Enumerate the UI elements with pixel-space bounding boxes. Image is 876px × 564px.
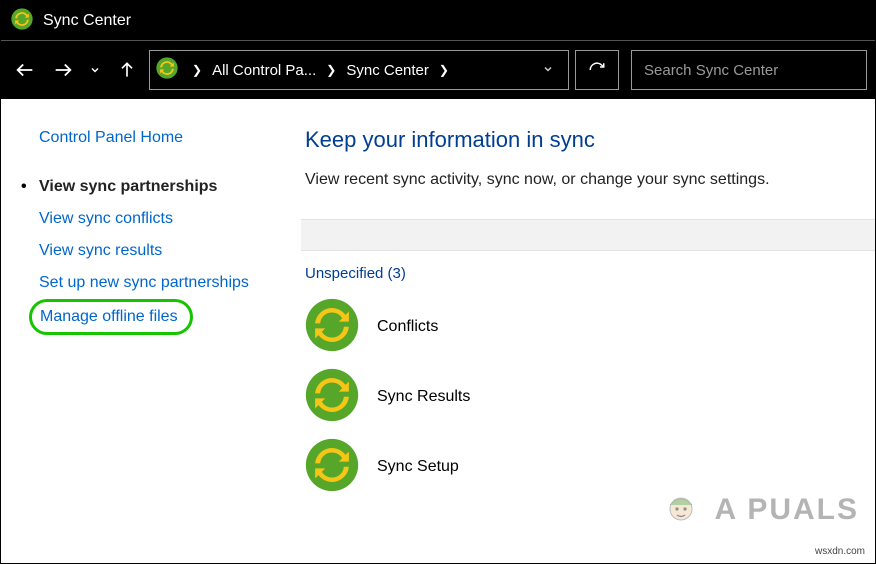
item-label: Sync Setup <box>377 458 459 476</box>
sync-center-icon <box>156 57 178 83</box>
recent-locations-dropdown[interactable] <box>85 50 105 90</box>
up-button[interactable] <box>111 50 143 90</box>
sync-icon <box>305 298 359 356</box>
sidebar-item-manage-offline-files[interactable]: Manage offline files <box>40 306 178 328</box>
highlight-annotation: Manage offline files <box>29 299 193 335</box>
address-bar[interactable]: ❯ All Control Pa... ❯ Sync Center ❯ <box>149 50 569 90</box>
search-input[interactable] <box>644 62 854 79</box>
watermark: A PUALS <box>661 491 859 531</box>
toolbar-band <box>301 219 875 251</box>
forward-button[interactable] <box>47 50 79 90</box>
sidebar-item-set-up-new-sync-partnerships[interactable]: Set up new sync partnerships <box>39 267 283 299</box>
chevron-right-icon[interactable]: ❯ <box>186 63 208 77</box>
sync-icon <box>305 438 359 496</box>
source-mark: wsxdn.com <box>815 546 865 557</box>
item-label: Sync Results <box>377 388 470 406</box>
page-heading: Keep your information in sync <box>305 127 855 153</box>
watermark-mascot-icon <box>661 491 701 531</box>
item-label: Conflicts <box>377 318 438 336</box>
titlebar: Sync Center <box>1 1 875 41</box>
sync-icon <box>305 368 359 426</box>
sidebar: Control Panel Home View sync partnership… <box>1 99 301 563</box>
toolbar: ❯ All Control Pa... ❯ Sync Center ❯ <box>1 41 875 99</box>
sync-center-icon <box>11 8 33 34</box>
search-box[interactable] <box>631 50 867 90</box>
sidebar-item-view-sync-partnerships[interactable]: View sync partnerships <box>39 171 283 203</box>
breadcrumb-all-control-panel[interactable]: All Control Pa... <box>212 62 316 79</box>
item-sync-results[interactable]: Sync Results <box>305 362 855 432</box>
main-pane: Keep your information in sync View recen… <box>301 99 875 563</box>
chevron-right-icon[interactable]: ❯ <box>320 63 342 77</box>
window-title: Sync Center <box>43 12 131 30</box>
breadcrumb-sync-center[interactable]: Sync Center <box>346 62 429 79</box>
back-button[interactable] <box>9 50 41 90</box>
chevron-right-icon[interactable]: ❯ <box>433 63 455 77</box>
address-history-dropdown[interactable] <box>534 62 562 79</box>
page-subtitle: View recent sync activity, sync now, or … <box>305 171 855 189</box>
item-conflicts[interactable]: Conflicts <box>305 292 855 362</box>
refresh-button[interactable] <box>575 50 619 90</box>
watermark-text: A PUALS <box>714 493 859 526</box>
group-header-unspecified[interactable]: Unspecified (3) <box>305 265 855 282</box>
sidebar-item-view-sync-results[interactable]: View sync results <box>39 235 283 267</box>
control-panel-home-link[interactable]: Control Panel Home <box>39 129 283 147</box>
sidebar-item-view-sync-conflicts[interactable]: View sync conflicts <box>39 203 283 235</box>
